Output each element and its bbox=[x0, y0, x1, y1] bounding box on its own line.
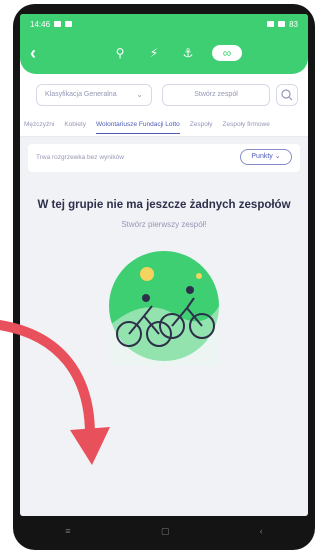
cyclists-illustration bbox=[109, 251, 219, 366]
search-button[interactable] bbox=[276, 84, 298, 106]
status-time: 14:46 bbox=[30, 19, 51, 29]
back-button[interactable]: ‹ bbox=[30, 44, 50, 64]
search-icon bbox=[281, 89, 293, 101]
search-input[interactable]: Stwórz zespół bbox=[162, 84, 270, 106]
app-header: ‹ ⚲ ⚡ ⚓ ∞ bbox=[20, 34, 308, 74]
wifi-icon bbox=[278, 21, 286, 27]
tab-teams[interactable]: Zespoły bbox=[190, 118, 213, 138]
empty-state-title: W tej grupie nie ma jeszcze żadnych zesp… bbox=[37, 199, 291, 211]
battery-level: 83 bbox=[289, 19, 298, 29]
tab-men[interactable]: Mężczyźni bbox=[24, 118, 54, 138]
message-icon bbox=[65, 21, 73, 27]
sort-label: Punkty bbox=[251, 153, 273, 160]
filter-bar: Klasyfikacja Generalna ⌄ Stwórz zespół bbox=[20, 82, 308, 112]
chevron-down-icon: ⌄ bbox=[136, 90, 143, 99]
recent-apps-icon[interactable]: ≡ bbox=[65, 526, 70, 536]
app-screen: 14:46 83 ‹ ⚲ ⚡ ⚓ ∞ Klasyfikacja Generaln… bbox=[20, 14, 308, 516]
home-icon[interactable]: ▢ bbox=[161, 526, 170, 537]
link-icon[interactable]: ∞ bbox=[212, 45, 242, 61]
back-arrow-icon: ‹ bbox=[30, 43, 36, 63]
bike-icon[interactable]: ⚲ bbox=[110, 45, 130, 61]
tab-women[interactable]: Kobiety bbox=[64, 118, 86, 138]
status-card: Trwa rozgrzewka bez wyników Punkty ⌄ bbox=[28, 144, 300, 172]
sort-points-button[interactable]: Punkty ⌄ bbox=[240, 149, 292, 165]
tab-volunteers[interactable]: Wolontariusze Fundacji Lotto bbox=[96, 118, 180, 134]
search-placeholder: Stwórz zespół bbox=[194, 91, 238, 98]
tab-company-teams[interactable]: Zespoły firmowe bbox=[223, 118, 270, 138]
back-nav-icon[interactable]: ‹ bbox=[260, 526, 263, 536]
run-icon[interactable]: ⚡ bbox=[144, 45, 164, 61]
signal-icon bbox=[267, 21, 275, 27]
activity-mode-switch: ⚲ ⚡ ⚓ ∞ bbox=[110, 45, 242, 61]
walk-icon[interactable]: ⚓ bbox=[178, 45, 198, 61]
classification-label: Klasyfikacja Generalna bbox=[45, 91, 117, 98]
classification-select[interactable]: Klasyfikacja Generalna ⌄ bbox=[36, 84, 152, 106]
status-text: Trwa rozgrzewka bez wyników bbox=[36, 154, 124, 161]
empty-state-subtitle: Stwórz pierwszy zespół! bbox=[121, 220, 207, 229]
system-nav-bar: ≡ ▢ ‹ bbox=[20, 516, 308, 546]
status-bar: 14:46 83 bbox=[20, 14, 308, 34]
notification-icon bbox=[54, 21, 62, 27]
group-tabs: Mężczyźni Kobiety Wolontariusze Fundacji… bbox=[20, 118, 308, 138]
